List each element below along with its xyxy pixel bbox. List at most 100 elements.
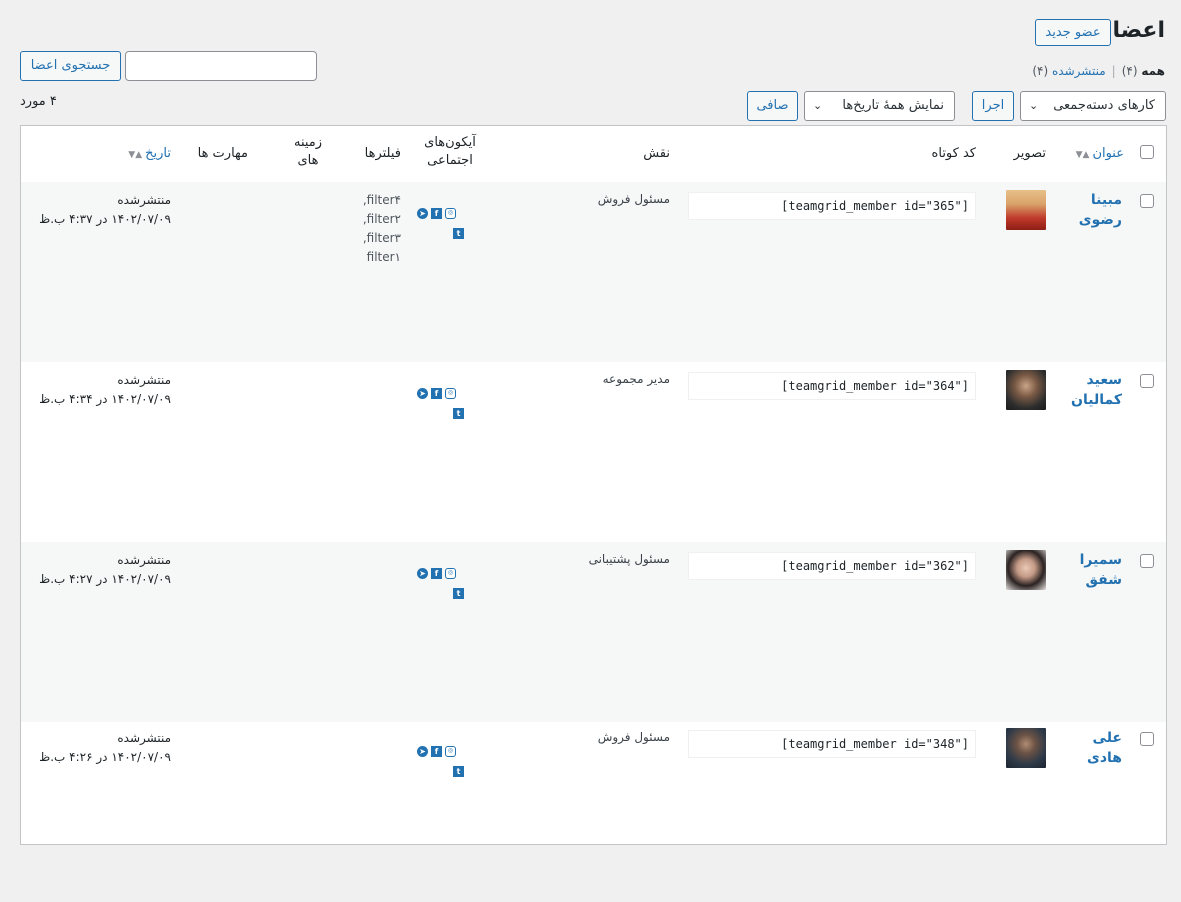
instagram-icon[interactable]: ◎ xyxy=(445,208,456,219)
column-image: تصویر xyxy=(1013,146,1046,161)
column-date-label: تاریخ xyxy=(145,146,171,161)
member-title-link[interactable]: علی هادی xyxy=(1072,728,1122,768)
search-input[interactable] xyxy=(125,51,317,81)
member-role: مسئول پشتیبانی xyxy=(588,552,670,566)
facebook-icon[interactable]: f xyxy=(431,746,442,757)
items-count: ۴ مورد xyxy=(20,94,57,109)
twitter-icon[interactable]: t xyxy=(453,766,464,777)
telegram-icon[interactable]: ➤ xyxy=(417,746,428,757)
row-checkbox[interactable] xyxy=(1140,554,1154,568)
instagram-icon[interactable]: ◎ xyxy=(445,568,456,579)
member-date: منتشرشده ۱۴۰۲/۰۷/۰۹ در ۴:۳۴ ب.ظ xyxy=(39,371,171,409)
member-date: منتشرشده ۱۴۰۲/۰۷/۰۹ در ۴:۲۶ ب.ظ xyxy=(39,729,171,767)
column-bg-line2: های xyxy=(297,153,319,168)
social-icons: ➤ f ◎ t xyxy=(417,208,477,239)
twitter-icon[interactable]: t xyxy=(453,408,464,419)
column-role: نقش xyxy=(643,146,670,161)
social-icons: ➤ f ◎ t xyxy=(417,568,477,599)
member-filters: filter۴, filter۲, filter۳, filter۱ xyxy=(363,191,401,267)
search-members-button[interactable]: جستجوی اعضا xyxy=(20,51,121,81)
date-filter-select[interactable]: نمایش همهٔ تاریخ‌ها ⌄ xyxy=(804,91,955,121)
member-title-link[interactable]: مبینا رضوی xyxy=(1072,190,1122,230)
telegram-icon[interactable]: ➤ xyxy=(417,568,428,579)
column-title[interactable]: عنوان▲▼ xyxy=(1076,145,1124,164)
chevron-down-icon: ⌄ xyxy=(1029,99,1039,112)
facebook-icon[interactable]: f xyxy=(431,568,442,579)
instagram-icon[interactable]: ◎ xyxy=(445,746,456,757)
members-table: عنوان▲▼ تصویر کد کوتاه نقش آیکون‌های اجت… xyxy=(20,125,1167,845)
row-checkbox[interactable] xyxy=(1140,374,1154,388)
post-status: منتشرشده xyxy=(117,373,171,387)
member-name-line2: شفق xyxy=(1085,572,1122,588)
member-title-link[interactable]: سعید کمالیان xyxy=(1071,370,1122,410)
shortcode-field[interactable]: [teamgrid_member id="364"] xyxy=(688,372,976,400)
post-status: منتشرشده xyxy=(117,553,171,567)
shortcode-field[interactable]: [teamgrid_member id="365"] xyxy=(688,192,976,220)
member-thumbnail xyxy=(1006,550,1046,590)
date-filter-value: نمایش همهٔ تاریخ‌ها xyxy=(842,98,944,113)
member-thumbnail xyxy=(1006,728,1046,768)
member-name-line1: سعید xyxy=(1086,372,1122,388)
twitter-icon[interactable]: t xyxy=(453,228,464,239)
instagram-icon[interactable]: ◎ xyxy=(445,388,456,399)
member-name-line2: رضوی xyxy=(1078,212,1122,228)
column-filters: فیلترها xyxy=(364,146,401,161)
filter-tag: filter۲, xyxy=(362,212,401,226)
column-shortcode: کد کوتاه xyxy=(931,146,976,161)
member-role: مسئول فروش xyxy=(597,730,670,744)
post-status: منتشرشده xyxy=(117,731,171,745)
member-name-line2: کمالیان xyxy=(1071,392,1122,408)
column-social-line1: آیکون‌های xyxy=(424,135,476,150)
twitter-icon[interactable]: t xyxy=(453,588,464,599)
column-social-line2: اجتماعی xyxy=(427,153,473,168)
column-bg-line1: زمینه xyxy=(293,135,323,150)
shortcode-field[interactable]: [teamgrid_member id="348"] xyxy=(688,730,976,758)
column-date[interactable]: تاریخ▲▼ xyxy=(128,145,171,164)
member-name-line1: مبینا xyxy=(1090,192,1122,208)
apply-button[interactable]: اجرا xyxy=(972,91,1014,121)
status-views: همه (۴) | منتشرشده (۴) xyxy=(1032,64,1165,78)
member-thumbnail xyxy=(1006,190,1046,230)
view-all-label[interactable]: همه xyxy=(1141,64,1165,78)
select-all-checkbox[interactable] xyxy=(1140,145,1154,159)
bulk-actions-select[interactable]: کارهای دسته‌جمعی ⌄ xyxy=(1020,91,1166,121)
member-name-line1: علی xyxy=(1092,730,1122,746)
view-published-link[interactable]: منتشرشده xyxy=(1052,64,1106,78)
post-status: منتشرشده xyxy=(117,193,171,207)
telegram-icon[interactable]: ➤ xyxy=(417,388,428,399)
table-header: عنوان▲▼ تصویر کد کوتاه نقش آیکون‌های اجت… xyxy=(21,126,1166,183)
sort-icon: ▲▼ xyxy=(128,150,143,160)
filter-tag: filter۳, xyxy=(362,231,401,245)
telegram-icon[interactable]: ➤ xyxy=(417,208,428,219)
member-name-line1: سمیرا xyxy=(1079,552,1122,568)
table-row: سمیرا شفق [teamgrid_member id="362"] مسئ… xyxy=(21,542,1166,722)
post-date: ۱۴۰۲/۰۷/۰۹ در ۴:۲۶ ب.ظ xyxy=(39,750,171,764)
post-date: ۱۴۰۲/۰۷/۰۹ در ۴:۳۷ ب.ظ xyxy=(39,212,171,226)
column-skills: مهارت ها xyxy=(197,146,248,161)
facebook-icon[interactable]: f xyxy=(431,388,442,399)
table-row: مبینا رضوی [teamgrid_member id="365"] مس… xyxy=(21,182,1166,362)
page-title: اعضا xyxy=(1112,18,1165,43)
views-separator: | xyxy=(1111,64,1116,78)
member-name-line2: هادی xyxy=(1087,750,1122,766)
table-row: علی هادی [teamgrid_member id="348"] مسئو… xyxy=(21,722,1166,902)
filter-button[interactable]: صافی xyxy=(747,91,798,121)
column-title-label: عنوان xyxy=(1092,146,1124,161)
facebook-icon[interactable]: f xyxy=(431,208,442,219)
social-icons: ➤ f ◎ t xyxy=(417,388,477,419)
chevron-down-icon: ⌄ xyxy=(813,99,823,112)
shortcode-field[interactable]: [teamgrid_member id="362"] xyxy=(688,552,976,580)
sort-icon: ▲▼ xyxy=(1075,150,1090,160)
add-new-member-button[interactable]: عضو جدید xyxy=(1035,19,1111,46)
row-checkbox[interactable] xyxy=(1140,732,1154,746)
post-date: ۱۴۰۲/۰۷/۰۹ در ۴:۲۷ ب.ظ xyxy=(39,572,171,586)
social-icons: ➤ f ◎ t xyxy=(417,746,477,777)
bulk-actions-value: کارهای دسته‌جمعی xyxy=(1053,98,1155,113)
post-date: ۱۴۰۲/۰۷/۰۹ در ۴:۳۴ ب.ظ xyxy=(39,392,171,406)
view-all-count: (۴) xyxy=(1121,64,1138,78)
member-role: مسئول فروش xyxy=(597,192,670,206)
member-title-link[interactable]: سمیرا شفق xyxy=(1072,550,1122,590)
row-checkbox[interactable] xyxy=(1140,194,1154,208)
member-thumbnail xyxy=(1006,370,1046,410)
table-row: سعید کمالیان [teamgrid_member id="364"] … xyxy=(21,362,1166,542)
